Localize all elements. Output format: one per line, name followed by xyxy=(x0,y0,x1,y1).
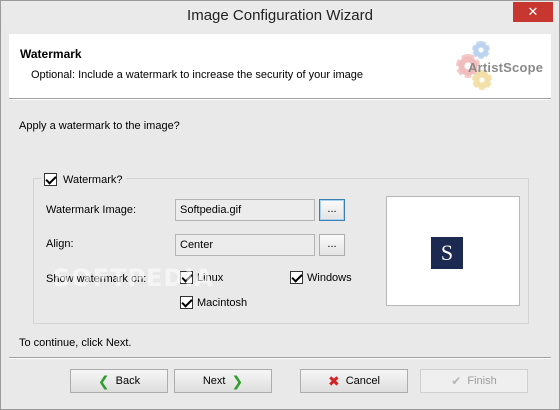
close-button[interactable]: ✕ xyxy=(513,2,553,22)
watermark-image-browse-button[interactable]: ... xyxy=(319,199,345,221)
x-icon: ✖ xyxy=(328,373,340,389)
wizard-header: Watermark Optional: Include a watermark … xyxy=(9,34,551,98)
watermark-toggle[interactable]: Watermark? xyxy=(41,173,126,186)
windows-option[interactable]: Windows xyxy=(290,271,352,284)
header-divider xyxy=(9,98,551,100)
finish-label: Finish xyxy=(467,375,497,387)
back-button[interactable]: ❮ Back xyxy=(70,369,168,393)
align-label: Align: xyxy=(46,238,74,250)
logo-text: ArtistScope xyxy=(468,60,544,75)
artistscope-logo: ArtistScope xyxy=(450,40,546,92)
page-title: Watermark xyxy=(20,47,82,61)
instruction-text: Apply a watermark to the image? xyxy=(19,120,180,132)
close-icon: ✕ xyxy=(527,4,539,19)
next-button[interactable]: Next ❯ xyxy=(174,369,272,393)
finish-button[interactable]: ✔ Finish xyxy=(420,369,528,393)
check-icon: ✔ xyxy=(451,374,462,388)
arrow-left-icon: ❮ xyxy=(97,373,110,389)
cancel-button[interactable]: ✖ Cancel xyxy=(300,369,408,393)
continue-hint: To continue, click Next. xyxy=(19,337,132,349)
watermark-overlay-text: SOFTPEDIA xyxy=(53,264,214,292)
macintosh-checkbox[interactable] xyxy=(180,296,193,309)
watermark-image-field[interactable]: Softpedia.gif xyxy=(175,199,315,221)
windows-label: Windows xyxy=(307,271,352,284)
page-subtitle: Optional: Include a watermark to increas… xyxy=(31,69,363,81)
watermark-image-label: Watermark Image: xyxy=(46,204,137,216)
align-field[interactable]: Center xyxy=(175,234,315,256)
macintosh-label: Macintosh xyxy=(197,296,248,309)
macintosh-option[interactable]: Macintosh xyxy=(180,296,247,309)
back-label: Back xyxy=(115,375,141,387)
windows-checkbox[interactable] xyxy=(290,271,303,284)
wizard-window: Image Configuration Wizard ✕ Watermark O… xyxy=(0,0,560,410)
cancel-label: Cancel xyxy=(345,375,380,387)
window-title: Image Configuration Wizard xyxy=(187,7,373,24)
footer-divider xyxy=(9,357,551,359)
watermark-checkbox-label: Watermark? xyxy=(63,173,123,186)
arrow-right-icon: ❯ xyxy=(231,373,244,389)
title-bar: Image Configuration Wizard ✕ xyxy=(1,1,559,31)
align-browse-button[interactable]: ... xyxy=(319,234,345,256)
softpedia-logo-preview: S xyxy=(431,237,463,269)
watermark-preview: S xyxy=(386,196,520,306)
next-label: Next xyxy=(202,375,226,387)
watermark-checkbox[interactable] xyxy=(44,173,57,186)
